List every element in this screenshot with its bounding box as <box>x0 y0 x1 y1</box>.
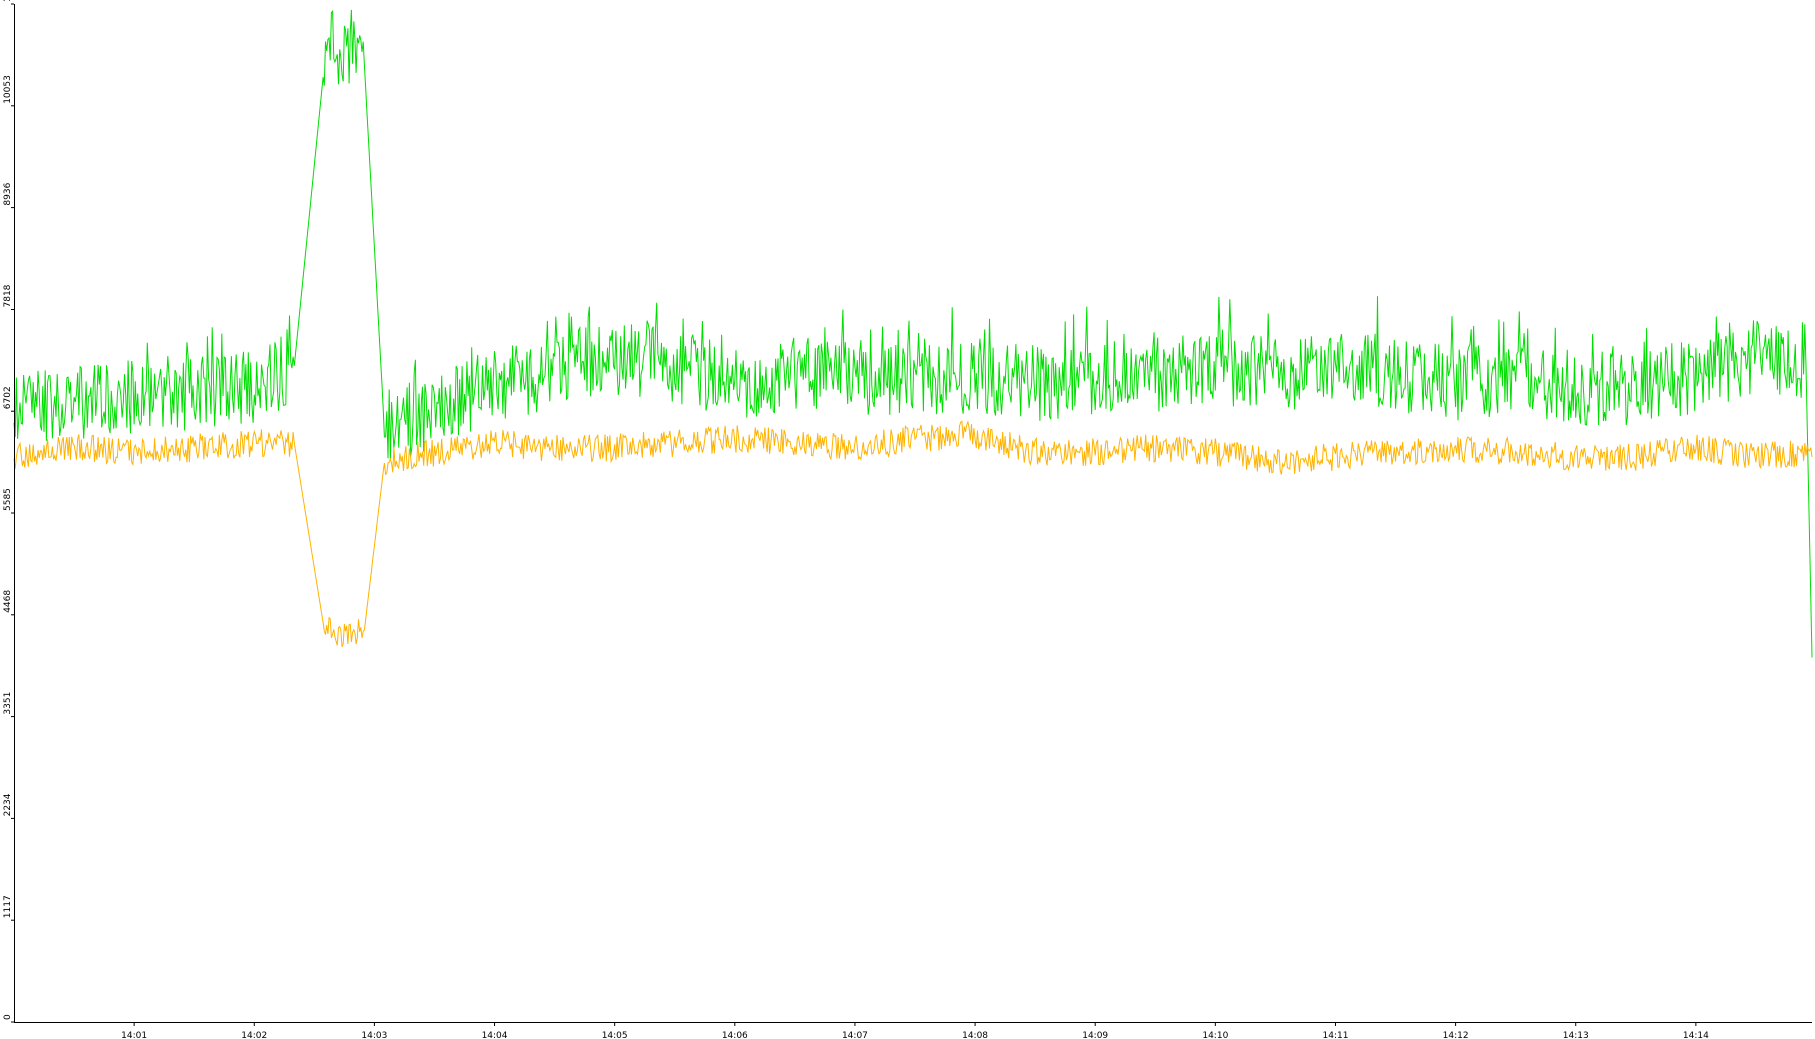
x-tick-label: 14:01 <box>121 1031 147 1039</box>
y-tick-label: 8936 <box>3 182 13 205</box>
x-tick-label: 14:14 <box>1683 1031 1709 1039</box>
x-tick-label: 14:07 <box>842 1031 868 1039</box>
x-tick-label: 14:12 <box>1443 1031 1469 1039</box>
x-tick-label: 14:04 <box>482 1031 508 1039</box>
y-tick-label: 6702 <box>3 386 13 409</box>
y-tick-label: 1117 <box>3 895 13 918</box>
y-tick-label: 0 <box>3 1014 13 1020</box>
y-tick-label: 5585 <box>3 488 13 511</box>
series-layer <box>13 9 1813 658</box>
y-tick-label: 2234 <box>3 793 13 816</box>
y-tick-label: 11170 <box>3 0 13 2</box>
x-tick-label: 14:10 <box>1202 1031 1228 1039</box>
x-tick-label: 14:08 <box>962 1031 988 1039</box>
y-axis-ticks: 0 1117 2234 3351 4468 5585 6702 7818 8936 10053 11… <box>3 0 14 1023</box>
x-tick-label: 14:05 <box>602 1031 628 1039</box>
x-tick-label: 14:11 <box>1323 1031 1349 1039</box>
x-axis-ticks: 14:01 14:02 14:03 14:04 14:05 14:06 14:07 14:08… <box>121 1022 1709 1039</box>
chart-canvas: 0 1117 2234 3351 4468 5585 6702 7818 8936 10053 11… <box>3 0 1813 1039</box>
y-tick-label: 3351 <box>3 692 13 715</box>
y-tick-label: 7818 <box>3 284 13 307</box>
series-1-line <box>13 9 1813 658</box>
y-tick-label: 4468 <box>3 590 13 613</box>
x-tick-label: 14:03 <box>361 1031 387 1039</box>
x-tick-label: 14:09 <box>1082 1031 1108 1039</box>
x-tick-label: 14:06 <box>722 1031 748 1039</box>
x-tick-label: 14:02 <box>241 1031 267 1039</box>
line-chart: 0 1117 2234 3351 4468 5585 6702 7818 8936 10053 11… <box>0 0 1815 1039</box>
y-tick-label: 10053 <box>3 75 13 104</box>
series-2-line <box>13 420 1813 648</box>
x-tick-label: 14:13 <box>1563 1031 1589 1039</box>
